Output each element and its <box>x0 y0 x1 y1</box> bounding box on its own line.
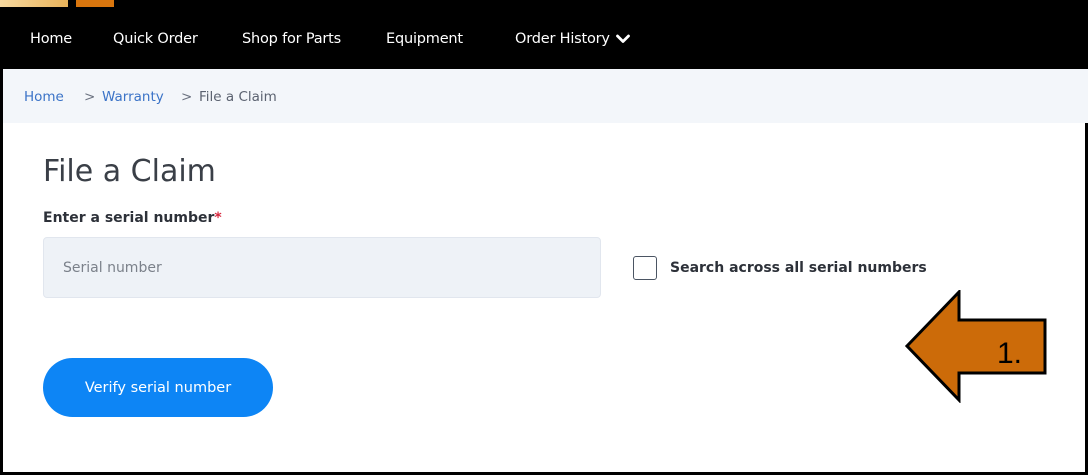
nav-home[interactable]: Home <box>30 31 72 47</box>
breadcrumb-warranty[interactable]: Warranty <box>102 89 164 105</box>
breadcrumb-separator: > <box>84 89 96 105</box>
serial-field-label-text: Enter a serial number <box>43 210 215 226</box>
logo-fragment <box>0 0 68 7</box>
nav-shop-for-parts[interactable]: Shop for Parts <box>242 31 341 47</box>
serial-number-input[interactable] <box>43 237 601 298</box>
page-title: File a Claim <box>43 154 216 189</box>
nav-order-history-label: Order History <box>515 31 610 47</box>
logo-accent <box>76 0 114 7</box>
nav-order-history[interactable]: Order History <box>515 31 630 47</box>
annotation-number: 1. <box>997 337 1023 370</box>
main-navbar: Home Quick Order Shop for Parts Equipmen… <box>0 7 1088 69</box>
required-marker: * <box>214 210 222 226</box>
top-strip <box>0 0 1088 7</box>
search-all-serials-checkbox[interactable] <box>633 256 657 280</box>
breadcrumb-home[interactable]: Home <box>24 89 64 105</box>
annotation-arrow-icon <box>905 290 1047 403</box>
serial-field-label: Enter a serial number* <box>43 210 222 226</box>
breadcrumb <box>3 69 1088 123</box>
nav-equipment[interactable]: Equipment <box>386 31 463 47</box>
breadcrumb-current: File a Claim <box>199 89 277 105</box>
nav-quick-order[interactable]: Quick Order <box>113 31 198 47</box>
breadcrumb-separator: > <box>181 89 193 105</box>
chevron-down-icon <box>615 34 630 43</box>
search-all-serials-label[interactable]: Search across all serial numbers <box>670 260 927 276</box>
verify-serial-button[interactable]: Verify serial number <box>43 358 273 417</box>
